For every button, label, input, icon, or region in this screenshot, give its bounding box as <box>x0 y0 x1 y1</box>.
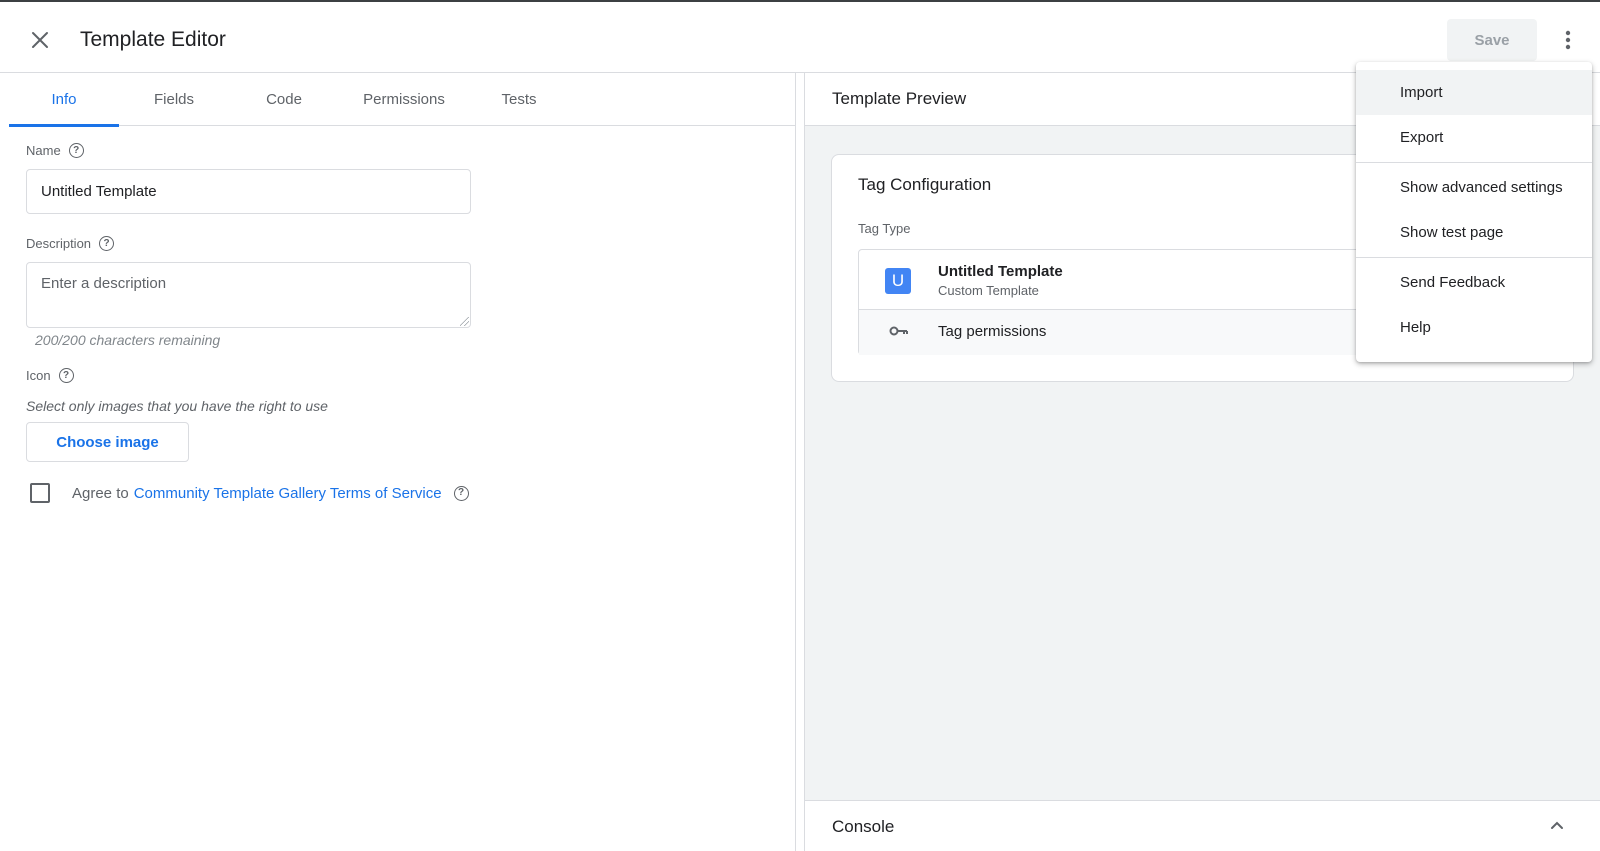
tab-tests[interactable]: Tests <box>469 73 569 126</box>
menu-item-help[interactable]: Help <box>1356 305 1592 350</box>
tag-name: Untitled Template <box>938 263 1063 280</box>
icon-hint: Select only images that you have the rig… <box>26 398 328 414</box>
tab-fields[interactable]: Fields <box>119 73 229 126</box>
help-icon[interactable]: ? <box>68 143 84 158</box>
template-avatar: U <box>885 268 911 294</box>
card-title: Tag Configuration <box>858 175 992 194</box>
description-textarea[interactable] <box>26 262 471 328</box>
help-icon[interactable]: ? <box>58 368 74 383</box>
more-options-button[interactable] <box>1552 24 1584 56</box>
terms-of-service-link[interactable]: Community Template Gallery Terms of Serv… <box>134 485 442 502</box>
menu-divider <box>1356 257 1592 258</box>
name-field-label: Name ? <box>26 143 84 158</box>
preview-title: Template Preview <box>832 89 967 108</box>
terms-checkbox[interactable] <box>30 483 50 503</box>
help-icon[interactable]: ? <box>453 485 469 501</box>
menu-item-send-feedback[interactable]: Send Feedback <box>1356 260 1592 305</box>
choose-image-button[interactable]: Choose image <box>26 422 189 462</box>
menu-item-show-test-page[interactable]: Show test page <box>1356 210 1592 255</box>
agree-prefix: Agree to <box>72 484 129 502</box>
console-bar[interactable]: Console <box>805 800 1600 851</box>
tag-subtitle: Custom Template <box>938 283 1039 298</box>
more-options-menu: Import Export Show advanced settings Sho… <box>1356 62 1592 362</box>
icon-label: Icon <box>26 368 51 383</box>
resize-grip[interactable] <box>460 317 469 326</box>
name-input[interactable] <box>26 169 471 214</box>
close-icon <box>32 32 48 48</box>
more-vert-icon <box>1565 30 1571 50</box>
terms-agreement-row: Agree to Community Template Gallery Term… <box>30 482 469 504</box>
key-icon <box>889 326 908 336</box>
icon-field-label: Icon ? <box>26 368 74 383</box>
description-label: Description <box>26 236 92 251</box>
menu-divider <box>1356 162 1592 163</box>
tab-permissions[interactable]: Permissions <box>339 73 469 126</box>
tag-type-label: Tag Type <box>858 221 911 236</box>
close-button[interactable] <box>24 24 56 56</box>
chevron-up-icon[interactable] <box>1549 817 1565 833</box>
page-title: Template Editor <box>80 28 226 51</box>
tab-code[interactable]: Code <box>229 73 339 126</box>
tab-info[interactable]: Info <box>9 73 119 127</box>
description-field-label: Description ? <box>26 236 115 251</box>
editor-tabs: Info Fields Code Permissions Tests <box>9 73 796 127</box>
help-icon[interactable]: ? <box>99 236 115 251</box>
tag-permissions-label: Tag permissions <box>938 323 1047 340</box>
name-label: Name <box>26 143 61 158</box>
save-button[interactable]: Save <box>1447 19 1537 61</box>
menu-item-show-advanced-settings[interactable]: Show advanced settings <box>1356 165 1592 210</box>
characters-remaining: 200/200 characters remaining <box>35 332 221 348</box>
menu-item-export[interactable]: Export <box>1356 115 1592 160</box>
menu-item-import[interactable]: Import <box>1356 70 1592 115</box>
console-label: Console <box>832 817 895 836</box>
editor-panel: Info Fields Code Permissions Tests Name … <box>0 73 796 851</box>
